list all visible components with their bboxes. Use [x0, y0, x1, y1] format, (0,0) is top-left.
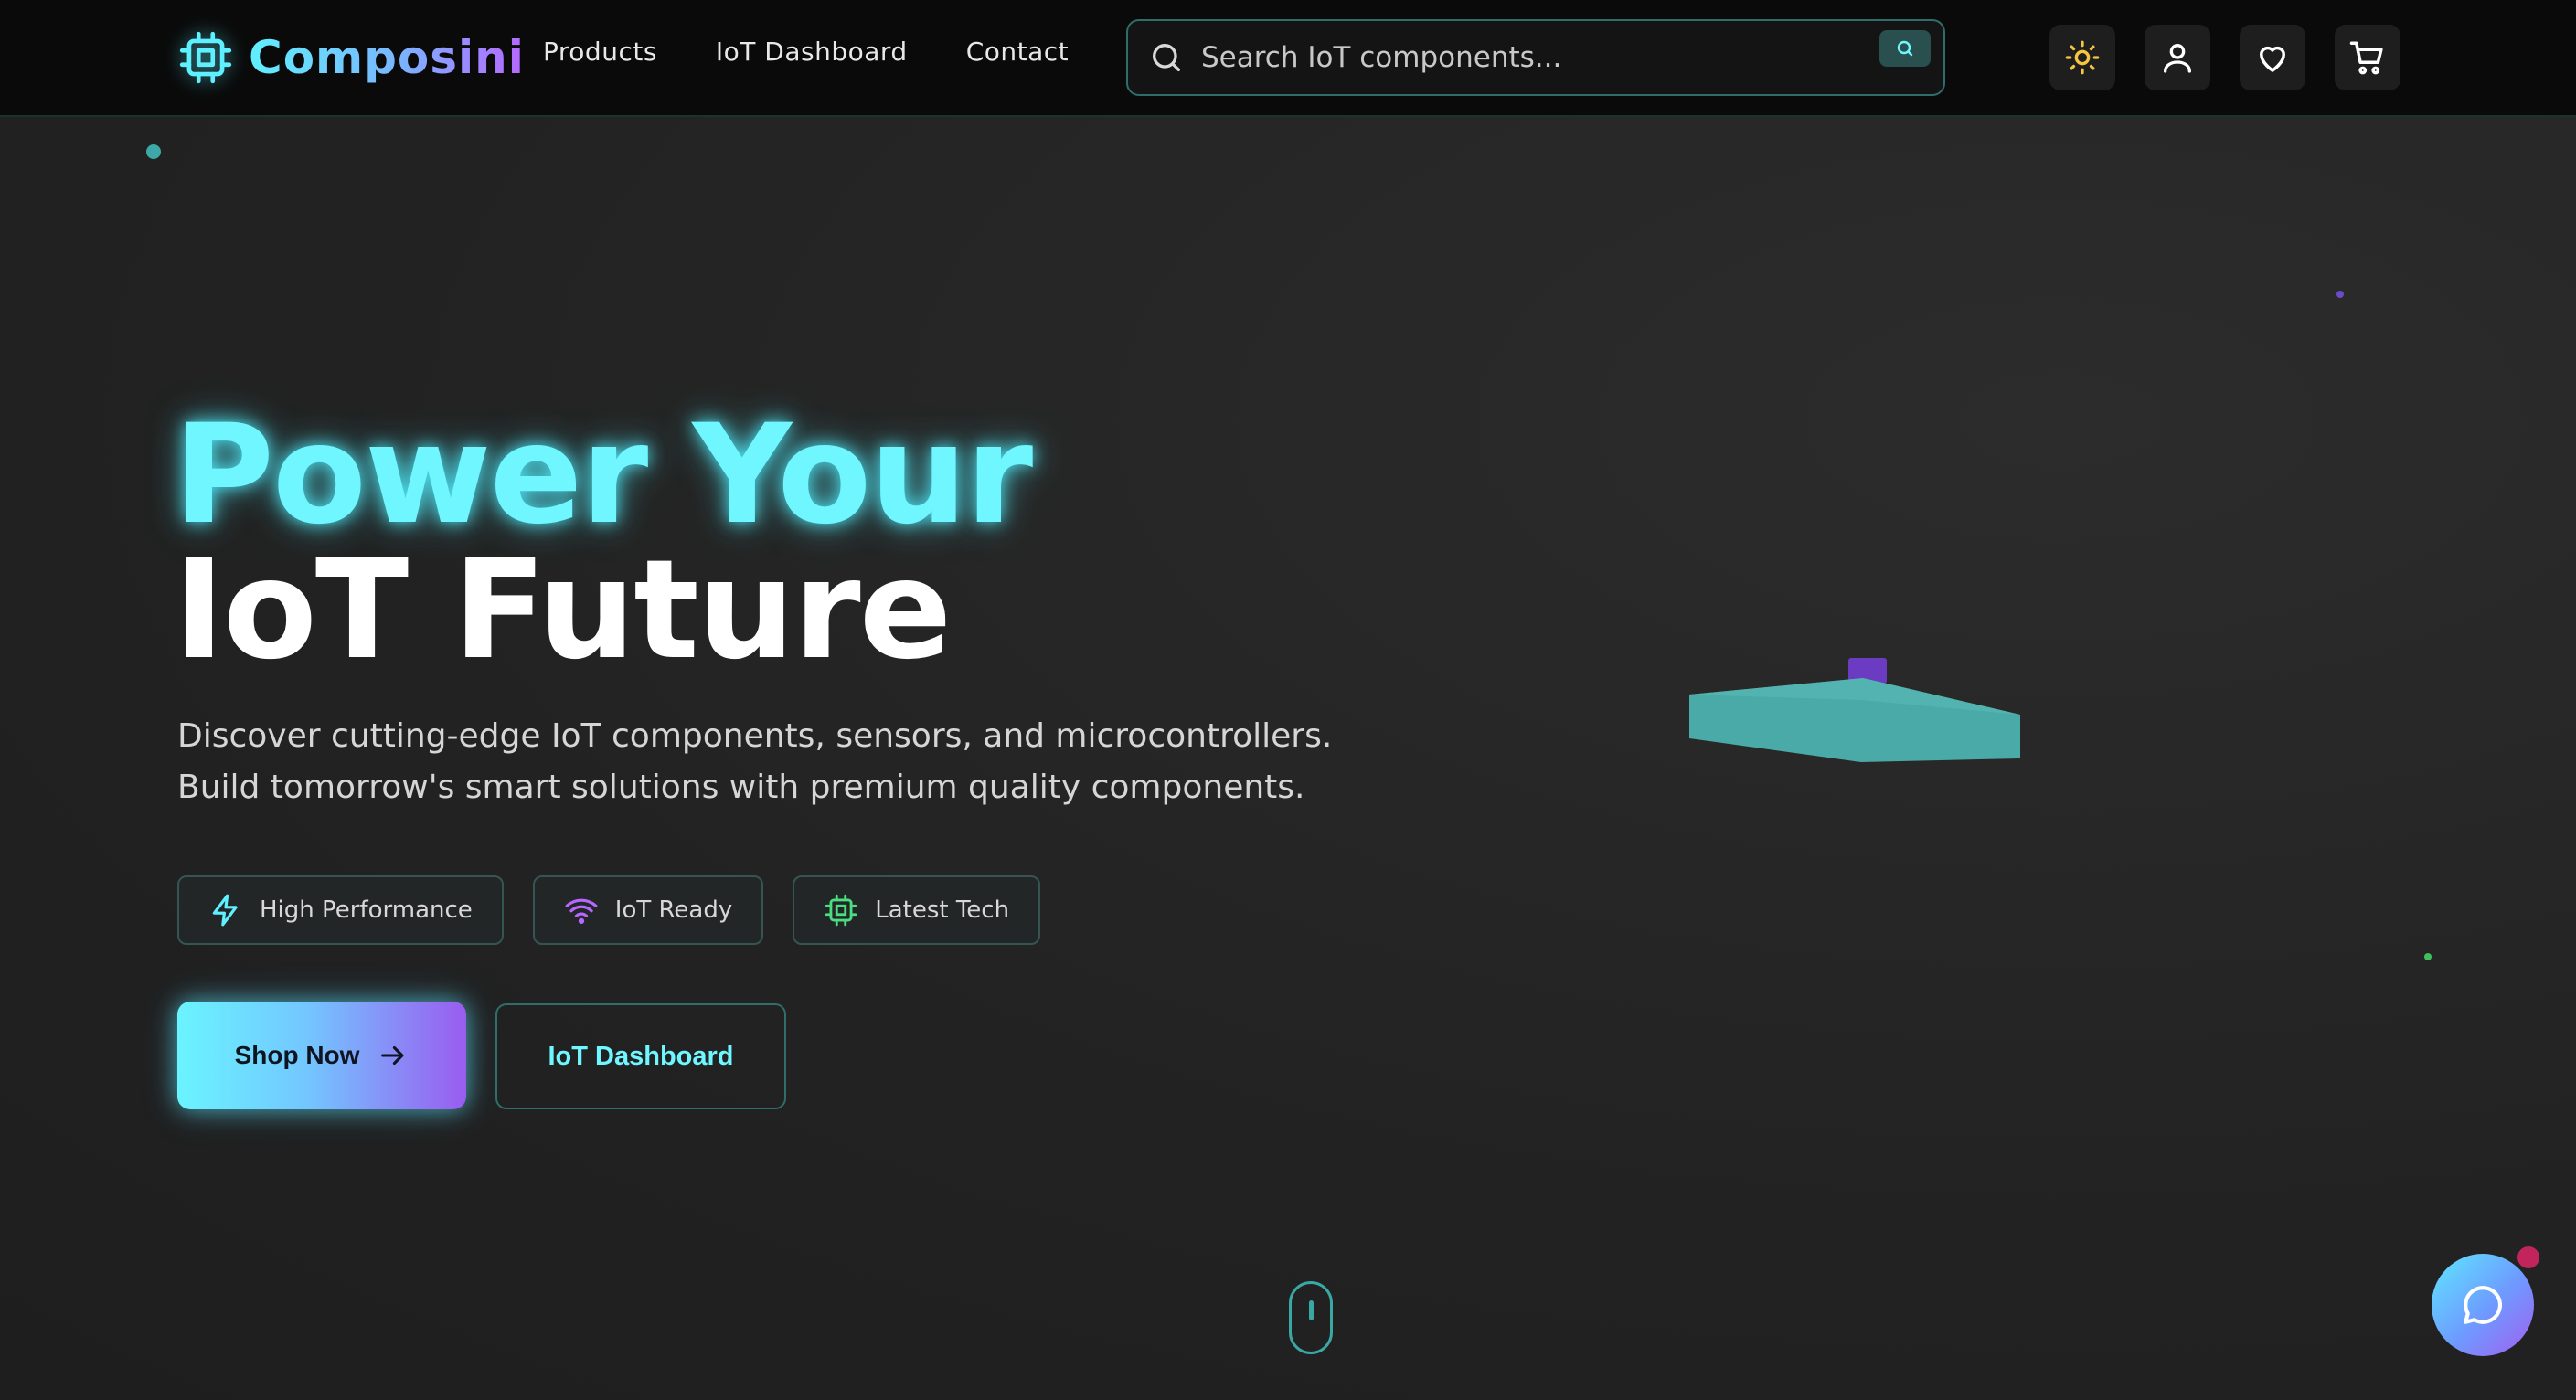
notification-badge [2517, 1246, 2539, 1268]
main-nav: Products IoT Dashboard Contact [543, 37, 1069, 67]
nav-item-products[interactable]: Products [543, 37, 657, 67]
brand-logo[interactable]: Composini [177, 27, 525, 88]
iot-dashboard-button[interactable]: IoT Dashboard [495, 1003, 786, 1109]
nav-item-contact[interactable]: Contact [966, 37, 1069, 67]
heart-icon [2260, 46, 2285, 72]
hero-title-line-1: Power Your [174, 396, 1033, 555]
search-submit-button[interactable] [1879, 30, 1931, 67]
wishlist-button[interactable] [2240, 25, 2305, 90]
decorative-particle [146, 144, 161, 159]
3d-component-model [1689, 658, 2020, 762]
hero-description: Discover cutting-edge IoT components, se… [177, 711, 1384, 813]
feature-badge-latest-tech: Latest Tech [793, 875, 1041, 945]
account-button[interactable] [2145, 25, 2210, 90]
cart-button[interactable] [2335, 25, 2400, 90]
feature-badge-label: IoT Ready [614, 896, 733, 924]
brand-name: Composini [249, 31, 525, 84]
feature-badge-iot-ready: IoT Ready [532, 875, 764, 945]
search-icon [1153, 44, 1180, 72]
shop-now-label: Shop Now [234, 1041, 360, 1069]
theme-toggle-button[interactable] [2049, 25, 2115, 90]
hero-title: Power Your IoT Future [174, 396, 1033, 690]
chip-icon [825, 894, 857, 927]
chat-bubble-icon [2464, 1286, 2502, 1324]
hero-description-line-1: Discover cutting-edge IoT components, se… [177, 717, 1333, 755]
search-input[interactable] [1201, 32, 1841, 83]
search-icon [1897, 40, 1913, 57]
shop-now-button[interactable]: Shop Now [177, 1002, 466, 1109]
nav-item-iot-dashboard[interactable]: IoT Dashboard [716, 37, 908, 67]
cart-icon [2349, 41, 2383, 75]
user-icon [2164, 44, 2191, 73]
sun-icon [2065, 40, 2100, 75]
page: Composini Products IoT Dashboard Contact [0, 0, 2576, 1400]
chat-button[interactable] [2432, 1254, 2534, 1356]
hero-description-line-2: Build tomorrow's smart solutions with pr… [177, 769, 1305, 806]
arrow-right-icon [381, 1045, 404, 1066]
wifi-icon [565, 898, 598, 925]
scroll-indicator[interactable] [1289, 1281, 1333, 1354]
feature-badge-label: High Performance [260, 896, 473, 924]
feature-badges: High Performance IoT Ready Latest Tech [177, 875, 1041, 945]
site-header: Composini Products IoT Dashboard Contact [0, 0, 2576, 117]
feature-badge-label: Latest Tech [875, 896, 1010, 924]
search-bar [1126, 19, 1945, 96]
feature-badge-high-performance: High Performance [177, 875, 504, 945]
decorative-particle [2336, 291, 2344, 298]
lightning-icon [212, 894, 238, 927]
iot-dashboard-label: IoT Dashboard [548, 1041, 734, 1071]
decorative-particle [2424, 953, 2432, 960]
hero-title-line-2: IoT Future [174, 531, 952, 690]
chip-icon [179, 31, 232, 84]
